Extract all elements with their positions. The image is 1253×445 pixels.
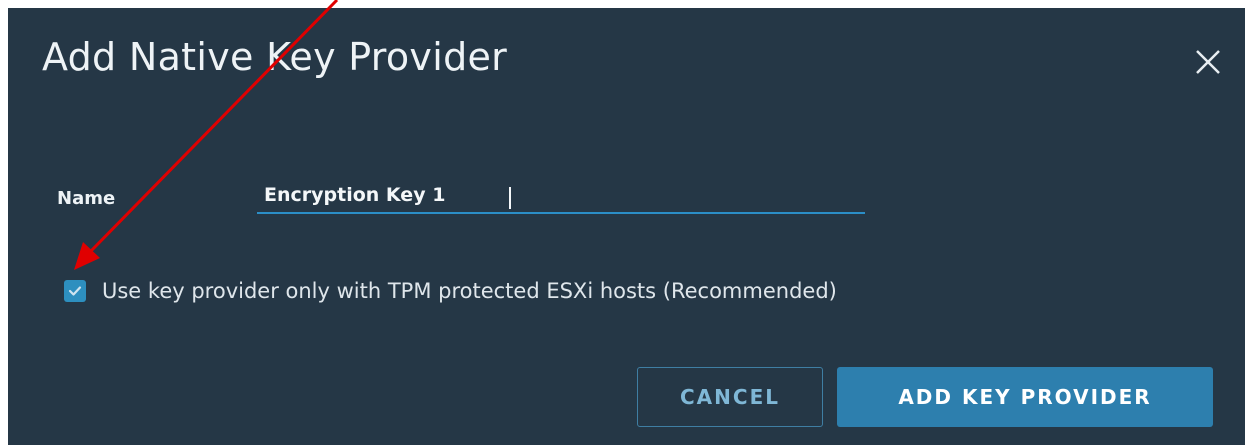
tpm-checkbox[interactable] (64, 280, 86, 302)
close-icon (1192, 46, 1224, 78)
tpm-checkbox-label[interactable]: Use key provider only with TPM protected… (102, 279, 837, 303)
checkmark-icon (68, 282, 82, 301)
text-caret (509, 187, 511, 209)
cancel-button[interactable]: CANCEL (637, 367, 823, 427)
name-label: Name (57, 188, 116, 209)
screenshot-canvas: Add Native Key Provider Name Use key pro… (0, 0, 1253, 445)
add-key-provider-button[interactable]: ADD KEY PROVIDER (837, 367, 1213, 427)
close-button[interactable] (1192, 46, 1224, 78)
dialog-title: Add Native Key Provider (42, 35, 508, 79)
add-key-provider-dialog: Add Native Key Provider Name Use key pro… (8, 8, 1245, 445)
name-field[interactable] (257, 178, 865, 214)
tpm-checkbox-row: Use key provider only with TPM protected… (64, 279, 837, 303)
